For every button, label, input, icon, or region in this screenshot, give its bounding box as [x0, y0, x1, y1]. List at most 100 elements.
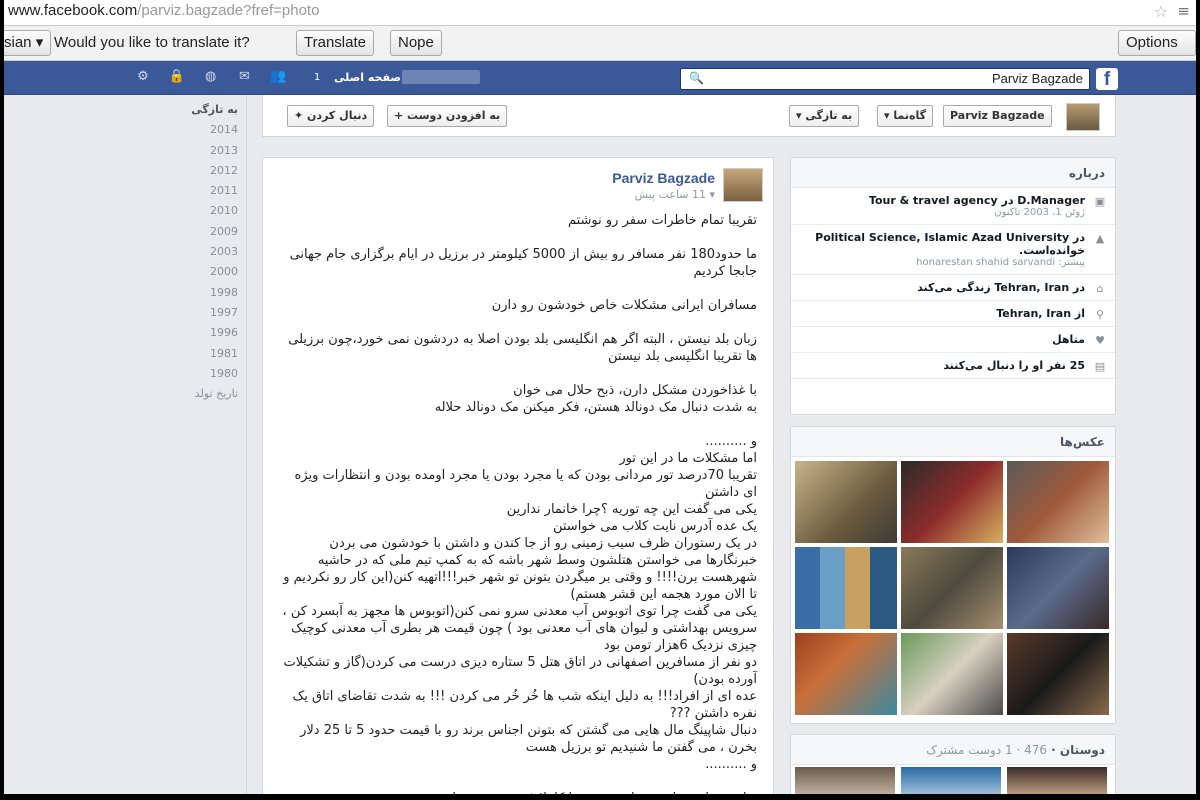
about-text: 25 نفر او را دنبال می‌کنند: [943, 359, 1085, 372]
options-button[interactable]: Options ▾: [1118, 30, 1196, 75]
timeline-year-link[interactable]: 1981: [144, 344, 244, 364]
timeline-year-link[interactable]: 2014: [144, 120, 244, 140]
profile-name-button[interactable]: Parviz Bagzade: [943, 105, 1052, 127]
url-text[interactable]: www.facebook.com/parviz.bagzade?fref=pho…: [8, 2, 319, 19]
language-select[interactable]: sian ▾: [4, 30, 52, 56]
about-row[interactable]: ♥ متاهل: [791, 327, 1115, 353]
timeline-year-link[interactable]: 1996: [144, 323, 244, 343]
profile-action-strip: ✦ دنبال کردن + به افزودن دوست ▾ به تازگی…: [262, 95, 1116, 137]
timeline-dropdown-button[interactable]: ▾ گاه‌نما: [877, 105, 934, 127]
about-text: متاهل: [1052, 333, 1085, 346]
translate-button[interactable]: Translate: [296, 30, 374, 56]
post-author[interactable]: Parviz Bagzade: [612, 170, 715, 186]
post-timestamp[interactable]: ▾ 11 ساعت پیش: [635, 188, 715, 201]
avatar[interactable]: [723, 168, 763, 202]
about-text: D.Manager در Tour & travel agency: [868, 194, 1085, 207]
search-icon[interactable]: 🔍: [689, 71, 704, 85]
post-body: تقریبا تمام خاطرات سفر رو نوشتم ما حدود18…: [279, 212, 757, 794]
photo-thumb[interactable]: [1007, 633, 1109, 715]
profile-thumbnail[interactable]: [1066, 103, 1100, 131]
follow-button[interactable]: ✦ دنبال کردن: [287, 105, 375, 127]
timeline-year-link[interactable]: 2013: [144, 141, 244, 161]
timeline-divider: [246, 95, 247, 794]
briefcase-icon: ▣: [1094, 195, 1106, 208]
photo-thumb[interactable]: [901, 633, 1003, 715]
about-subtext: ژوئن 1، 2003 تاکنون: [994, 207, 1085, 218]
location-icon: ⚲: [1095, 308, 1105, 321]
messages-icon[interactable]: ✉: [235, 69, 253, 85]
post-paragraph: تفاوت سلیقه ها بین خیلی مذهبی تا کاملا غ…: [279, 790, 757, 794]
about-text: در Political Science, Islamic Azad Unive…: [815, 231, 1085, 257]
photo-thumb[interactable]: [1007, 461, 1109, 543]
timeline-year-link[interactable]: 1980: [144, 364, 244, 384]
timeline-year-link[interactable]: 2010: [144, 201, 244, 221]
photo-thumb[interactable]: [1007, 547, 1109, 629]
settings-wrench-icon[interactable]: ≡: [1177, 2, 1190, 20]
photo-thumb[interactable]: [901, 461, 1003, 543]
about-text: از Tehran, Iran: [996, 307, 1085, 320]
followers-icon: ▤: [1094, 360, 1106, 373]
about-row[interactable]: ▤ 25 نفر او را دنبال می‌کنند: [791, 353, 1115, 379]
browser-window: www.facebook.com/parviz.bagzade?fref=pho…: [4, 0, 1196, 794]
search-input[interactable]: 🔍 Parviz Bagzade: [680, 68, 1090, 90]
about-row[interactable]: ▲ در Political Science, Islamic Azad Univ…: [791, 225, 1115, 275]
header-nav-icons: ⚙ 🔒 ◍ ✉ 👥: [134, 69, 299, 89]
about-text: در Tehran, Iran زندگی می‌کند: [917, 281, 1085, 294]
friends-header[interactable]: دوستان · 476 · 1 دوست مشترک: [791, 735, 1115, 765]
home-count: 1: [314, 72, 321, 83]
post-paragraph: و .......... اما مشکلات ما در این تور تق…: [282, 434, 757, 772]
timeline-year-link[interactable]: 2003: [144, 242, 244, 262]
photo-thumb[interactable]: [795, 547, 897, 629]
timeline-year-link[interactable]: 2011: [144, 181, 244, 201]
facebook-logo-icon[interactable]: f: [1096, 68, 1118, 90]
post-paragraph: تقریبا تمام خاطرات سفر رو نوشتم: [567, 213, 757, 228]
friends-grid: [795, 767, 1113, 794]
photos-header[interactable]: عکس‌ها: [791, 427, 1115, 457]
bookmark-star-icon[interactable]: ☆: [1154, 2, 1168, 21]
about-subtext: پیشتر: honarestan shahid sarvandi: [916, 257, 1085, 268]
timeline-year-link[interactable]: تاریخ تولد: [144, 384, 244, 404]
photo-thumb[interactable]: [795, 461, 897, 543]
timeline-years: به تازگی 2014 2013 2012 2011 2010 2009 2003 2000…: [144, 100, 244, 404]
friend-requests-icon[interactable]: 👥: [269, 69, 287, 85]
friend-thumb[interactable]: [795, 767, 895, 794]
recent-dropdown-button[interactable]: ▾ به تازگی: [789, 105, 860, 127]
photo-thumb[interactable]: [901, 547, 1003, 629]
facebook-header: ⚙ 🔒 ◍ ✉ 👥 1 صفحه اصلی 🔍 Parviz Bagzade f: [4, 61, 1196, 95]
heart-icon: ♥: [1095, 334, 1105, 347]
about-row[interactable]: ⌂ در Tehran, Iran زندگی می‌کند: [791, 275, 1115, 301]
timeline-year-link[interactable]: به تازگی: [144, 100, 244, 120]
home-link[interactable]: صفحه اصلی: [334, 71, 401, 84]
address-bar[interactable]: www.facebook.com/parviz.bagzade?fref=pho…: [4, 0, 1196, 26]
about-card: درباره ▣ D.Manager در Tour & travel agenc…: [790, 157, 1116, 415]
timeline-year-link[interactable]: 1997: [144, 303, 244, 323]
timeline-year-link[interactable]: 2000: [144, 262, 244, 282]
post-paragraph: ما حدود180 نفر مسافر رو بیش از 5000 کیلو…: [289, 247, 757, 279]
about-list: ▣ D.Manager در Tour & travel agency ژوئن 1…: [791, 188, 1115, 379]
about-row[interactable]: ⚲ از Tehran, Iran: [791, 301, 1115, 327]
timeline-post: Parviz Bagzade ▾ 11 ساعت پیش تقریبا تمام…: [262, 157, 774, 794]
notifications-globe-icon[interactable]: ◍: [202, 69, 220, 85]
add-friend-button[interactable]: + به افزودن دوست: [387, 105, 508, 127]
friends-card: دوستان · 476 · 1 دوست مشترک: [790, 734, 1116, 794]
friend-thumb[interactable]: [1007, 767, 1107, 794]
graduation-icon: ▲: [1095, 232, 1105, 245]
about-header[interactable]: درباره: [791, 158, 1115, 188]
translate-question: Would you like to translate it?: [54, 34, 250, 51]
post-paragraph: با غذاخوردن مشکل دارن، ذبح حلال می خوان …: [434, 383, 757, 415]
timeline-year-link[interactable]: 1998: [144, 283, 244, 303]
about-row[interactable]: ▣ D.Manager در Tour & travel agency ژوئن 1…: [791, 188, 1115, 225]
user-name-link[interactable]: [402, 70, 480, 84]
timeline-year-link[interactable]: 2009: [144, 222, 244, 242]
friend-thumb[interactable]: [901, 767, 1001, 794]
settings-gear-icon[interactable]: ⚙: [134, 69, 152, 85]
post-paragraph: مسافران ایرانی مشکلات خاص خودشون رو دارن: [491, 298, 757, 313]
home-icon: ⌂: [1096, 282, 1104, 295]
privacy-lock-icon[interactable]: 🔒: [168, 69, 186, 85]
photos-card: عکس‌ها: [790, 426, 1116, 724]
timeline-year-link[interactable]: 2012: [144, 161, 244, 181]
translate-bar: sian ▾ Would you like to translate it? T…: [4, 26, 1196, 75]
photo-thumb[interactable]: [795, 633, 897, 715]
nope-button[interactable]: Nope: [390, 30, 442, 56]
post-paragraph: زبان بلد نیستن ، البته اگر هم انگلیسی بل…: [288, 332, 757, 364]
